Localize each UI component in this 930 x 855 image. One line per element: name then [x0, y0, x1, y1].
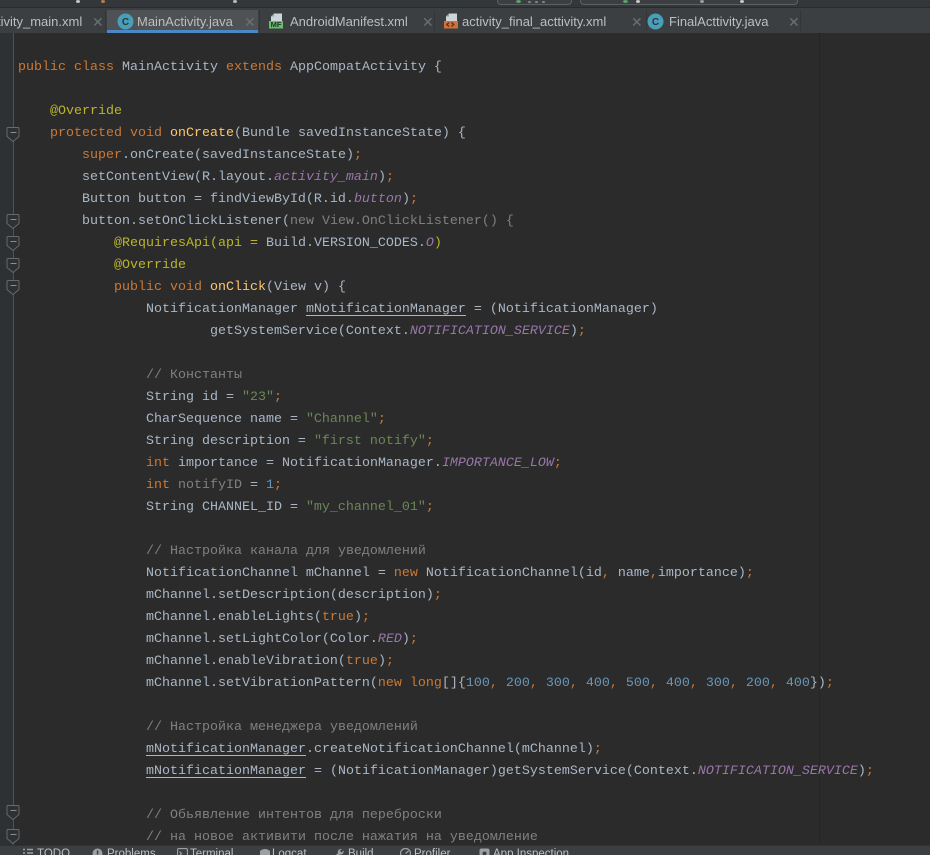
svg-text:C: C — [122, 17, 129, 28]
svg-text:MF: MF — [271, 20, 282, 29]
svg-text:C: C — [652, 17, 659, 28]
